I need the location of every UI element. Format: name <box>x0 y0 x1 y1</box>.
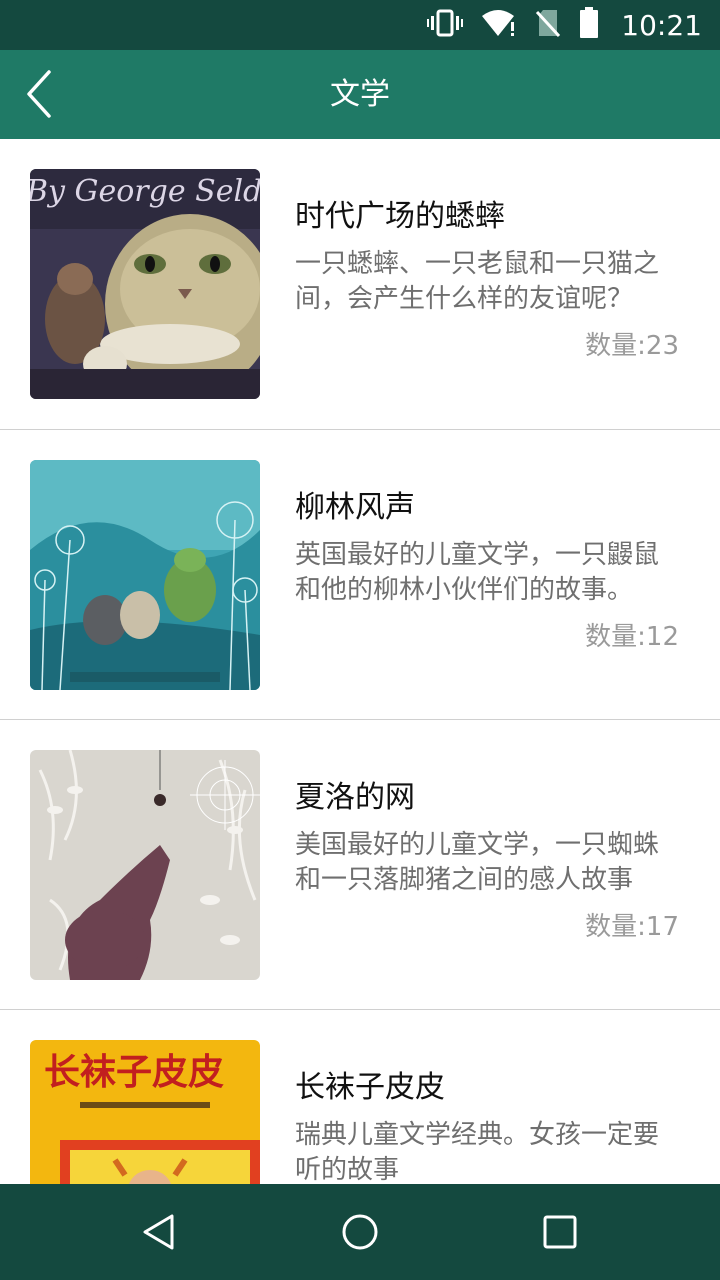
book-count: 数量:23 <box>585 331 679 361</box>
nav-back-button[interactable] <box>130 1202 190 1262</box>
recents-square-icon <box>543 1215 577 1249</box>
book-description: 美国最好的儿童文学，一只蜘蛛和一只落脚猪之间的感人故事 <box>295 830 660 895</box>
book-description: 英国最好的儿童文学，一只鼹鼠和他的柳林小伙伴们的故事。 <box>295 540 660 605</box>
back-triangle-icon <box>143 1214 174 1250</box>
navigation-bar <box>0 1184 720 1280</box>
book-title: 柳林风声 <box>295 490 415 525</box>
book-list: By George Selden 时代广场的蟋蟀 一只蟋蟀、一只老鼠和一只猫之间… <box>0 139 720 1184</box>
nav-home-button[interactable] <box>330 1202 390 1262</box>
list-item[interactable]: By George Selden 时代广场的蟋蟀 一只蟋蟀、一只老鼠和一只猫之间… <box>0 139 720 430</box>
book-count: 数量:17 <box>585 912 679 942</box>
wifi-icon <box>481 8 517 42</box>
chevron-left-icon <box>27 70 51 118</box>
battery-icon <box>579 7 599 43</box>
book-description: 瑞典儿童文学经典。女孩一定要听的故事 <box>295 1120 660 1184</box>
book-count: 数量:12 <box>585 622 679 652</box>
book-cover: By George Selden <box>30 169 260 399</box>
no-sim-icon <box>535 8 561 42</box>
status-bar: 10:21 <box>0 0 720 50</box>
status-time: 10:21 <box>621 8 702 42</box>
book-description: 一只蟋蟀、一只老鼠和一只猫之间，会产生什么样的友谊呢？ <box>295 249 660 314</box>
status-icons: 10:21 <box>427 0 702 50</box>
app-bar: 文学 <box>0 50 720 139</box>
book-title: 长袜子皮皮 <box>295 1070 445 1105</box>
list-item[interactable]: 夏洛的网 美国最好的儿童文学，一只蜘蛛和一只落脚猪之间的感人故事 数量:17 <box>0 720 720 1010</box>
nav-recents-button[interactable] <box>530 1202 590 1262</box>
home-circle-icon <box>342 1214 378 1250</box>
book-cover: 长袜子皮皮 <box>30 1040 260 1184</box>
vibrate-icon <box>427 8 464 42</box>
cover-title: 长袜子皮皮 <box>44 1051 224 1093</box>
list-item[interactable]: 柳林风声 英国最好的儿童文学，一只鼹鼠和他的柳林小伙伴们的故事。 数量:12 <box>0 430 720 720</box>
book-title: 夏洛的网 <box>295 780 415 815</box>
list-item[interactable]: 长袜子皮皮 长袜子皮皮 瑞典儿童文学经典。女孩一定要听的故事 <box>0 1010 720 1184</box>
book-cover <box>30 460 260 690</box>
book-title: 时代广场的蟋蟀 <box>295 199 505 234</box>
back-button[interactable] <box>10 64 70 124</box>
cover-title: By George Selden <box>30 174 260 209</box>
page-title: 文学 <box>330 77 390 112</box>
book-cover <box>30 750 260 980</box>
